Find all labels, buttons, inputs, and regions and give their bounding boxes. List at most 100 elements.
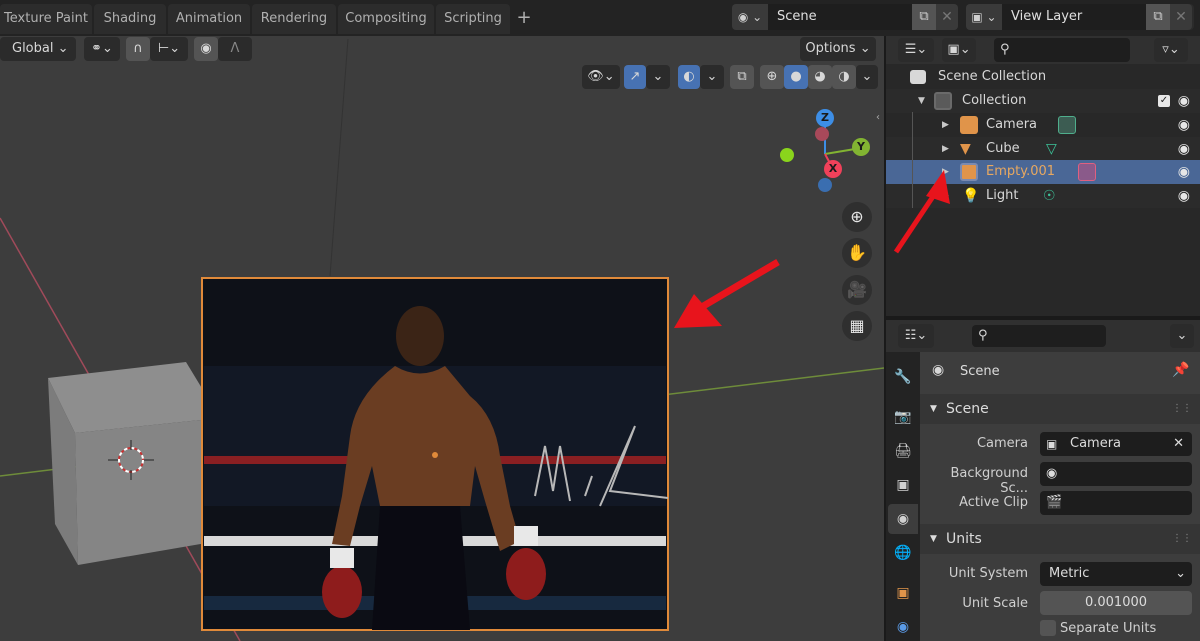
tab-scene[interactable]: ◉ [888,504,918,534]
outliner-row-camera[interactable]: ▶ Camera ◉ [886,113,1200,137]
image-data-icon[interactable] [1078,163,1096,181]
separate-units-checkbox[interactable] [1040,620,1056,636]
clear-icon[interactable]: ✕ [1173,432,1184,456]
proportional-edit-toggle[interactable]: ◉ [194,37,218,61]
editor-type-dropdown[interactable]: ☷⌄ [898,324,934,348]
cube-object[interactable] [48,362,220,565]
unit-scale-field[interactable]: 0.001000 [1040,591,1192,615]
tab-render[interactable]: 📷 [888,402,918,432]
z-axis-ball[interactable]: Z [816,109,834,127]
eye-icon[interactable]: ◉ [1178,113,1190,137]
solid-shading-button[interactable]: ● [784,65,808,89]
display-mode-dropdown[interactable]: ☰⌄ [898,38,934,62]
navigation-gizmo[interactable]: Z Y X [775,105,875,195]
options-dropdown[interactable]: Options ⌄ [800,37,876,61]
neg-z-axis-ball[interactable] [818,178,832,192]
sidebar-toggle-arrow[interactable]: ‹ [876,112,884,126]
scene-panel-header[interactable]: ▼ Scene ⋮⋮ [920,394,1200,424]
properties-search-input[interactable]: ⚲ [972,325,1106,347]
outliner-search-input[interactable]: ⚲ [994,38,1130,62]
rendered-shading-button[interactable]: ◑ [832,65,856,89]
delete-view-layer-button[interactable]: ✕ [1170,4,1192,30]
delete-scene-button[interactable]: ✕ [936,4,958,30]
eye-icon[interactable]: ◉ [1178,184,1190,208]
scene-name-field[interactable]: Scene [768,4,912,30]
background-scene-field[interactable]: ◉ [1040,462,1192,486]
expand-arrow-icon[interactable]: ▶ [942,137,949,161]
tab-object[interactable]: ▣ [888,578,918,608]
drag-handle-icon[interactable]: ⋮⋮ [1172,394,1192,424]
material-preview-button[interactable]: ◕ [808,65,832,89]
eye-icon[interactable]: ◉ [1178,89,1190,113]
eye-icon[interactable]: ◉ [1178,137,1190,161]
tab-tool[interactable]: 🔧 [888,362,918,392]
workspace-tab-bar: Texture Paint Shading Animation Renderin… [0,0,1200,36]
tab-world[interactable]: 🌐 [888,538,918,568]
new-view-layer-button[interactable]: ⧉ [1146,4,1170,30]
add-workspace-button[interactable]: + [512,4,536,34]
pin-icon[interactable]: 📌 [1172,362,1189,378]
xray-toggle[interactable]: ⧉ [730,65,754,89]
properties-options-dropdown[interactable]: ⌄ [1170,324,1194,348]
shading-dropdown[interactable]: ⌄ [856,65,878,89]
outliner-row-cube[interactable]: ▶ ▼ Cube ▽ ◉ [886,137,1200,161]
outliner-filter-dropdown[interactable]: ▿⌄ [1154,38,1188,62]
expand-arrow-icon[interactable]: ▶ [942,113,949,137]
perspective-toggle-button[interactable]: ▦ [842,311,872,341]
exclude-checkbox[interactable]: ✓ [1158,95,1170,107]
eye-icon[interactable]: ◉ [1178,160,1190,184]
view-layer-browse-button[interactable]: ▣ ⌄ [966,4,1002,30]
tab-view-layer[interactable]: ▣ [888,470,918,500]
tab-compositing[interactable]: Compositing [338,4,434,34]
tab-scripting[interactable]: Scripting [436,4,510,34]
separate-units-label[interactable]: Separate Units [1060,621,1156,636]
overlays-dropdown[interactable]: ⌄ [700,65,724,89]
falloff-dropdown[interactable]: Λ [218,37,252,61]
wireframe-shading-button[interactable]: ⊕ [760,65,784,89]
tab-output[interactable]: 🖨 [888,436,918,466]
row-label: Empty.001 [986,164,1056,179]
transform-orientation-dropdown[interactable]: Global ⌄ [0,37,76,61]
new-scene-button[interactable]: ⧉ [912,4,936,30]
snap-target-dropdown[interactable]: ⊢⌄ [150,37,188,61]
3d-viewport[interactable] [0,36,884,641]
overlays-toggle[interactable]: ◐ [678,65,700,89]
mesh-data-icon[interactable]: ▽ [1046,137,1057,161]
x-axis-ball[interactable]: X [824,160,842,178]
collapse-arrow-icon[interactable]: ▼ [918,89,925,113]
image-empty-object[interactable] [201,277,669,631]
tab-rendering[interactable]: Rendering [252,4,336,34]
pivot-point-dropdown[interactable]: ⚭⌄ [84,37,120,61]
camera-view-button[interactable]: 🎥 [842,275,872,305]
panel-title: Units [946,531,982,547]
physics-icon: ◉ [896,619,910,635]
neg-x-axis-ball[interactable] [815,127,829,141]
camera-field[interactable]: ▣ Camera ✕ [1040,432,1192,456]
gizmo-toggle[interactable]: ↗ [624,65,646,89]
filter-mode-dropdown[interactable]: ▣⌄ [942,38,976,62]
y-axis-ball[interactable]: Y [852,138,870,156]
snap-toggle[interactable]: ∩ [126,37,150,61]
viewport-scene [0,38,884,641]
neg-y-axis-ball[interactable] [780,148,794,162]
light-data-icon[interactable]: ☉ [1043,184,1056,208]
view-layer-icon: ▣ [896,477,910,493]
outliner-row-scene-collection[interactable]: Scene Collection [886,65,1200,89]
active-clip-field[interactable]: 🎬 [1040,491,1192,515]
drag-handle-icon[interactable]: ⋮⋮ [1172,524,1192,554]
gizmo-dropdown[interactable]: ⌄ [646,65,670,89]
view-layer-name-field[interactable]: View Layer [1002,4,1146,30]
tab-shading[interactable]: Shading [94,4,166,34]
tab-physics[interactable]: ◉ [888,612,918,641]
tab-texture-paint[interactable]: Texture Paint [0,4,92,34]
zoom-button[interactable]: ⊕ [842,202,872,232]
pan-button[interactable]: ✋ [842,238,872,268]
unit-system-dropdown[interactable]: Metric ⌄ [1040,562,1192,586]
render-icon: 📷 [894,409,912,425]
camera-data-icon[interactable] [1058,116,1076,134]
outliner-row-collection[interactable]: ▼ Collection ✓ ◉ [886,89,1200,113]
selectability-visibility-dropdown[interactable]: 👁⌄ [582,65,620,89]
tab-animation[interactable]: Animation [168,4,250,34]
units-panel-header[interactable]: ▼ Units ⋮⋮ [920,524,1200,554]
scene-browse-button[interactable]: ◉ ⌄ [732,4,768,30]
